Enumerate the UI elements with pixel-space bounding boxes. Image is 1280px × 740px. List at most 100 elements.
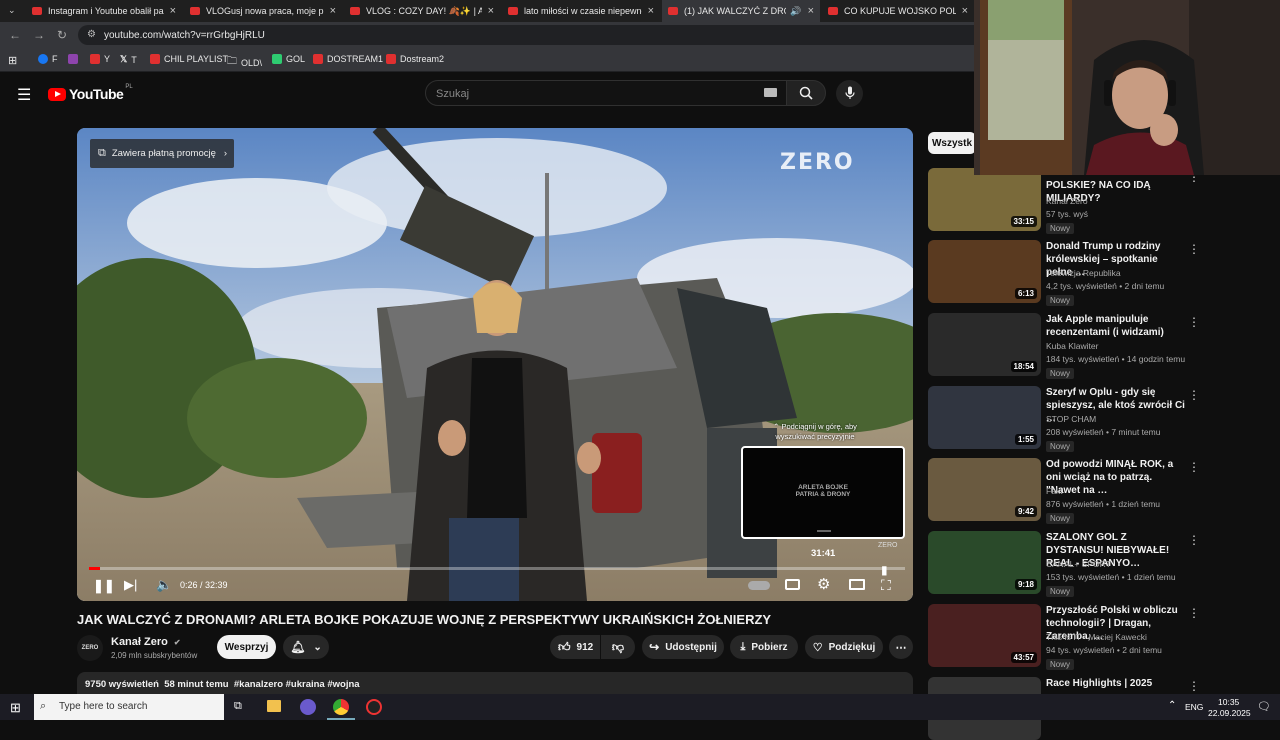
taskbar-app-icon[interactable]: [366, 699, 382, 715]
support-button[interactable]: Wesprzyj: [217, 635, 276, 659]
recommendation-channel[interactable]: Telewizja Republika: [1046, 268, 1121, 278]
bookmark-item[interactable]: [68, 54, 82, 64]
close-tab-icon[interactable]: ×: [488, 5, 494, 17]
task-view-icon[interactable]: ⧉: [234, 700, 242, 713]
taskbar-app-icon[interactable]: [300, 699, 316, 715]
fullscreen-icon[interactable]: ⛶: [881, 577, 891, 594]
bookmark-item[interactable]: 𝕏T: [120, 54, 137, 65]
tab-list-chevron-icon[interactable]: ⌄: [8, 5, 16, 16]
browser-tab[interactable]: Instagram i Youtube obalił parti ×: [26, 0, 182, 22]
recommendation-item[interactable]: 1:55 Szeryf w Oplu - gdy się spieszysz, a…: [928, 386, 1200, 452]
dislike-button[interactable]: 👎︎: [601, 635, 635, 659]
video-thumbnail[interactable]: 9:42: [928, 458, 1041, 521]
close-tab-icon[interactable]: ×: [170, 5, 176, 17]
description-box[interactable]: 9750 wyświetleń 58 minut temu #kanalzero…: [77, 672, 913, 694]
browser-tab[interactable]: lato miłości w czasie niepewnoś ×: [502, 0, 660, 22]
channel-avatar[interactable]: ZERO: [77, 635, 103, 661]
more-actions-button[interactable]: ⋯: [889, 635, 913, 659]
video-thumbnail[interactable]: 1:55: [928, 386, 1041, 449]
like-button[interactable]: 👍︎ 912: [550, 635, 600, 659]
filter-chip-all[interactable]: Wszystk: [928, 132, 976, 154]
video-thumbnail[interactable]: 9:18: [928, 531, 1041, 594]
close-tab-icon[interactable]: ×: [330, 5, 336, 17]
download-button[interactable]: ⤓ Pobierz: [730, 635, 798, 659]
tray-chevron-icon[interactable]: ⌃: [1168, 700, 1176, 711]
more-options-icon[interactable]: ⋮: [1188, 533, 1200, 547]
more-options-icon[interactable]: ⋮: [1188, 679, 1200, 693]
close-tab-icon[interactable]: ×: [962, 5, 968, 17]
bookmark-item[interactable]: Y: [90, 54, 110, 64]
more-options-icon[interactable]: ⋮: [1188, 315, 1200, 329]
theater-mode-icon[interactable]: [849, 579, 865, 590]
autoplay-toggle[interactable]: [748, 581, 770, 590]
bookmark-item[interactable]: Dostream2: [386, 54, 444, 64]
recommendation-channel[interactable]: This Is IT - Maciej Kawecki: [1046, 632, 1147, 642]
search-input[interactable]: Szukaj: [425, 80, 787, 106]
channel-name[interactable]: Kanał Zero ✔: [111, 636, 181, 648]
more-options-icon[interactable]: ⋮: [1188, 460, 1200, 474]
paid-promotion-badge[interactable]: ⧉ Zawiera płatną promocję ›: [90, 139, 234, 168]
recommendation-item[interactable]: 18:54 Jak Apple manipuluje recenzentami (…: [928, 313, 1200, 379]
bookmark-item[interactable]: F: [38, 54, 58, 64]
browser-tab[interactable]: CO KUPUJE WOJSKO POLSKIE?×: [822, 0, 974, 22]
video-thumbnail[interactable]: 43:57: [928, 604, 1041, 667]
keyboard-icon[interactable]: [764, 88, 777, 97]
chrome-icon[interactable]: [333, 699, 349, 715]
recommendation-title[interactable]: Od powodzi MINĄŁ ROK, a oni wciąż na to …: [1046, 458, 1186, 497]
youtube-logo[interactable]: YouTube PL: [48, 84, 133, 102]
recommendation-item[interactable]: Race Highlights | 2025 ⋮: [928, 677, 1200, 740]
recommendation-item[interactable]: 33:15CO KUPUJE WOJSKO POLSKIE? NA CO IDĄ…: [928, 167, 1200, 234]
audio-playing-icon[interactable]: 🔊: [790, 6, 801, 17]
browser-tab-active[interactable]: (1) JAK WALCZYĆ Z DRONA🔊×: [662, 0, 820, 22]
recommendation-channel[interactable]: Fakt: [1046, 486, 1063, 496]
video-thumbnail[interactable]: 6:13: [928, 240, 1041, 303]
share-button[interactable]: ↪ Udostępnij: [642, 635, 724, 659]
recommendation-title[interactable]: Race Highlights | 2025: [1046, 677, 1186, 690]
file-explorer-icon[interactable]: [267, 700, 281, 712]
recommendation-item[interactable]: 6:13 Donald Trump u rodziny królewskiej –…: [928, 240, 1200, 306]
recommendation-channel[interactable]: Kuba Klawiter: [1046, 341, 1098, 351]
search-button[interactable]: [786, 80, 826, 106]
next-icon[interactable]: ▶|: [124, 577, 137, 593]
notifications-icon[interactable]: 🗨︎: [1257, 700, 1271, 713]
windows-start-icon[interactable]: ⊞: [10, 700, 21, 716]
close-tab-icon[interactable]: ×: [808, 5, 814, 17]
taskbar-search-input[interactable]: ⌕ Type here to search: [34, 694, 224, 720]
settings-gear-icon[interactable]: ⚙: [817, 575, 830, 593]
recommendation-title[interactable]: Jak Apple manipuluje recenzentami (i wid…: [1046, 313, 1186, 339]
bookmark-item[interactable]: CHIL PLAYLIST: [150, 54, 228, 64]
video-thumbnail[interactable]: 33:15: [928, 168, 1041, 231]
recommendation-channel[interactable]: STOP CHAM: [1046, 414, 1096, 424]
video-thumbnail[interactable]: 18:54: [928, 313, 1041, 376]
menu-hamburger-icon[interactable]: ☰: [17, 85, 31, 105]
back-arrow-icon[interactable]: ←: [9, 28, 21, 42]
progress-bar[interactable]: [89, 567, 905, 570]
close-tab-icon[interactable]: ×: [648, 5, 654, 17]
recommendation-item[interactable]: 9:42 Od powodzi MINĄŁ ROK, a oni wciąż na…: [928, 458, 1200, 524]
thanks-button[interactable]: ♡ Podziękuj: [805, 635, 883, 659]
apps-grid-icon[interactable]: ⊞: [8, 54, 17, 67]
bookmark-folder[interactable]: 🗀 OLD\: [227, 54, 262, 71]
language-indicator[interactable]: ENG: [1185, 702, 1203, 712]
more-options-icon[interactable]: ⋮: [1188, 242, 1200, 256]
more-options-icon[interactable]: ⋮: [1188, 388, 1200, 402]
recommendation-channel[interactable]: Kanał Zero: [1046, 196, 1088, 206]
forward-arrow-icon[interactable]: →: [33, 28, 45, 42]
recommendation-channel[interactable]: CANAL+ SPORT: [1046, 559, 1111, 569]
notifications-button[interactable]: 🔔︎ ⌄: [283, 635, 329, 659]
clock-date[interactable]: 22.09.2025: [1208, 708, 1251, 718]
recommendation-item[interactable]: 43:57 Przyszłość Polski w obliczu technol…: [928, 604, 1200, 670]
video-player[interactable]: ⧉ Zawiera płatną promocję › ZERO ⌃ Podci…: [77, 128, 913, 601]
recommendation-item[interactable]: 9:18 SZALONY GOL Z DYSTANSU! NIEBYWAŁE! R…: [928, 531, 1200, 597]
pause-icon[interactable]: ❚❚: [93, 578, 115, 594]
volume-icon[interactable]: 🔈: [156, 577, 172, 593]
voice-search-button[interactable]: [836, 80, 863, 107]
bookmark-item[interactable]: DOSTREAM1: [313, 54, 383, 64]
site-info-icon[interactable]: ⚙: [87, 29, 96, 40]
clock-time[interactable]: 10:35: [1218, 697, 1239, 707]
browser-tab[interactable]: VLOG : COZY DAY! 🍂✨ | Andz×: [344, 0, 500, 22]
bookmark-item[interactable]: GOL: [272, 54, 305, 64]
more-options-icon[interactable]: ⋮: [1188, 606, 1200, 620]
browser-tab[interactable]: VLOGusj nowa praca, moje prze ×: [184, 0, 342, 22]
reload-icon[interactable]: ↻: [57, 28, 67, 42]
